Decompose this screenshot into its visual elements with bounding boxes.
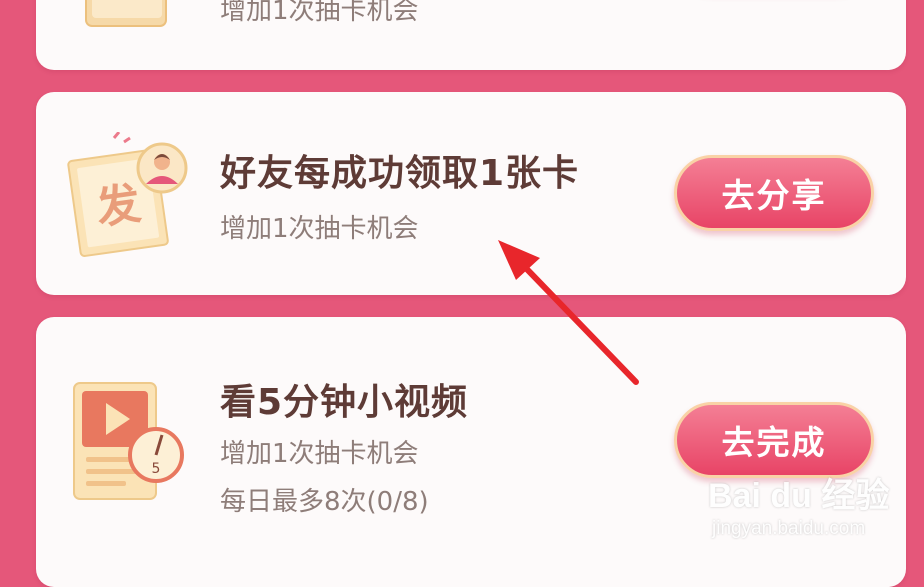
watermark-brand: Bai du 经验 xyxy=(708,477,890,515)
watermark-url: jingyan.baidu.com xyxy=(712,518,866,539)
baidu-watermark: Bai du 经验 jingyan.baidu.com xyxy=(700,462,920,552)
